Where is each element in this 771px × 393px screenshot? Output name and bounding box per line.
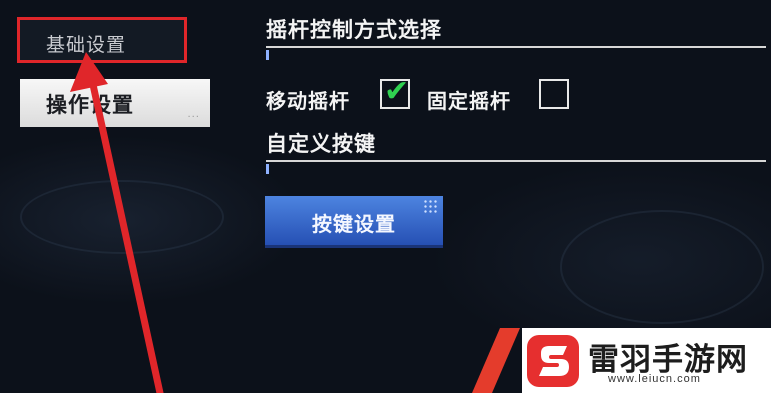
watermark-box: 雷羽手游网 www.leiucn.com: [522, 328, 771, 393]
watermark-logo-icon: [527, 335, 579, 387]
watermark-url: www.leiucn.com: [608, 373, 701, 385]
watermark: 雷羽手游网 www.leiucn.com: [472, 322, 771, 393]
